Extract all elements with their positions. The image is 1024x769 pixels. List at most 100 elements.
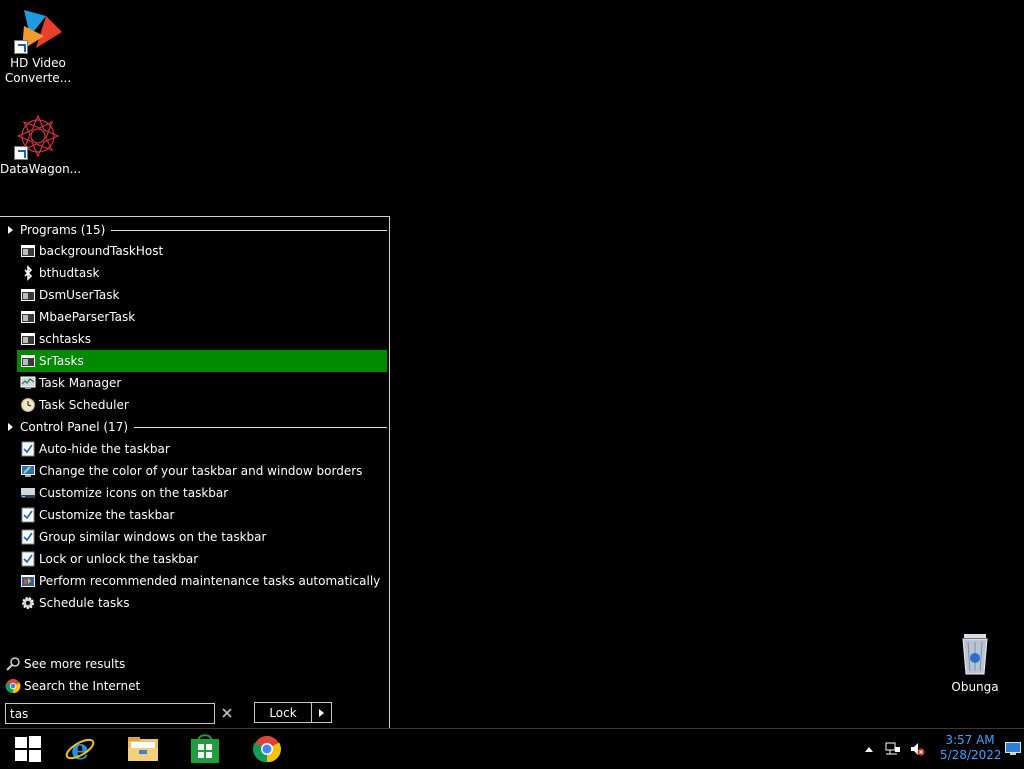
checklist-icon bbox=[20, 529, 36, 545]
taskbar: e 3:57 AM 5/28/2022 bbox=[0, 728, 1024, 768]
see-more-results-link[interactable]: See more results bbox=[5, 654, 125, 674]
start-menu: Programs (15) backgroundTaskHost bthudta… bbox=[0, 216, 390, 728]
control-panel-group-title: Control Panel (17) bbox=[20, 420, 129, 434]
result-label: Schedule tasks bbox=[39, 596, 130, 610]
network-icon bbox=[885, 742, 900, 755]
bluetooth-icon bbox=[20, 265, 36, 281]
svg-text:e: e bbox=[71, 733, 89, 765]
result-label: DsmUserTask bbox=[39, 288, 120, 302]
programs-group-header[interactable]: Programs (15) bbox=[0, 220, 390, 240]
result-label: Lock or unlock the taskbar bbox=[39, 552, 199, 566]
app-window-icon bbox=[20, 287, 36, 303]
gear-clock-icon bbox=[20, 595, 36, 611]
search-internet-link[interactable]: Search the Internet bbox=[5, 676, 140, 696]
program-result-task-scheduler[interactable]: Task Scheduler bbox=[17, 394, 387, 416]
program-result-task-manager[interactable]: Task Manager bbox=[17, 372, 387, 394]
result-label: schtasks bbox=[39, 332, 91, 346]
clock-icon bbox=[20, 397, 36, 413]
expand-arrow-icon bbox=[8, 423, 13, 431]
chrome-icon bbox=[253, 735, 281, 763]
search-input[interactable] bbox=[5, 703, 215, 724]
search-internet-label: Search the Internet bbox=[24, 679, 141, 693]
desktop-icon-datawagon[interactable]: DataWagon... bbox=[0, 112, 82, 177]
taskbar-icon bbox=[20, 485, 36, 501]
recycle-bin-icon bbox=[951, 630, 999, 678]
desktop-icon-recycle-bin[interactable]: Obunga bbox=[937, 630, 1013, 695]
show-hidden-icons-button[interactable] bbox=[861, 741, 877, 757]
control-panel-result-group-windows[interactable]: Group similar windows on the taskbar bbox=[17, 526, 387, 548]
result-label: Auto-hide the taskbar bbox=[39, 442, 170, 456]
program-result-bthudtask[interactable]: bthudtask bbox=[17, 262, 387, 284]
result-label: bthudtask bbox=[39, 266, 100, 280]
clock-date: 5/28/2022 bbox=[940, 748, 1002, 762]
file-explorer-icon bbox=[128, 737, 158, 761]
program-result-mbaeparsertask[interactable]: MbaeParserTask bbox=[17, 306, 387, 328]
control-panel-result-change-color[interactable]: Change the color of your taskbar and win… bbox=[17, 460, 387, 482]
chevron-right-icon bbox=[319, 708, 324, 717]
expand-arrow-icon bbox=[8, 226, 13, 234]
result-label: SrTasks bbox=[39, 354, 84, 368]
checklist-icon bbox=[20, 507, 36, 523]
result-label: Change the color of your taskbar and win… bbox=[39, 464, 363, 478]
app-window-icon bbox=[20, 309, 36, 325]
chrome-icon bbox=[5, 678, 21, 694]
action-center-icon bbox=[20, 573, 36, 589]
taskbar-file-explorer[interactable] bbox=[115, 729, 171, 769]
taskbar-chrome[interactable] bbox=[239, 729, 295, 769]
control-panel-result-schedule-tasks[interactable]: Schedule tasks bbox=[17, 592, 387, 614]
result-label: MbaeParserTask bbox=[39, 310, 136, 324]
show-desktop-button[interactable] bbox=[1005, 741, 1021, 757]
store-icon bbox=[191, 734, 219, 763]
result-label: Perform recommended maintenance tasks au… bbox=[39, 574, 381, 588]
app-window-icon bbox=[20, 331, 36, 347]
shortcut-arrow-icon bbox=[14, 146, 28, 160]
clear-search-icon[interactable] bbox=[220, 706, 234, 720]
program-result-backgroundtaskhost[interactable]: backgroundTaskHost bbox=[17, 240, 387, 262]
volume-muted-icon bbox=[911, 743, 925, 756]
program-result-dsmusertask[interactable]: DsmUserTask bbox=[17, 284, 387, 306]
search-icon bbox=[5, 656, 21, 672]
taskbar-clock[interactable]: 3:57 AM 5/28/2022 bbox=[940, 733, 1002, 763]
lock-button-label: Lock bbox=[269, 705, 297, 720]
windows-start-icon bbox=[15, 736, 41, 762]
network-tray[interactable] bbox=[885, 741, 901, 757]
desktop-icon-label: Obunga bbox=[951, 680, 999, 694]
internet-explorer-icon: e bbox=[65, 733, 95, 765]
control-panel-result-maintenance[interactable]: Perform recommended maintenance tasks au… bbox=[17, 570, 387, 592]
control-panel-result-lock-taskbar[interactable]: Lock or unlock the taskbar bbox=[17, 548, 387, 570]
app-window-icon bbox=[20, 353, 36, 369]
lock-button[interactable]: Lock bbox=[254, 702, 312, 723]
programs-group-title: Programs (15) bbox=[20, 223, 106, 237]
control-panel-result-customize-taskbar[interactable]: Customize the taskbar bbox=[17, 504, 387, 526]
shortcut-arrow-icon bbox=[14, 40, 28, 54]
hd-video-converter-icon bbox=[14, 6, 62, 54]
control-panel-result-customize-icons[interactable]: Customize icons on the taskbar bbox=[17, 482, 387, 504]
divider bbox=[134, 426, 387, 428]
datawagon-icon bbox=[14, 112, 62, 160]
power-options-button[interactable] bbox=[311, 702, 332, 723]
volume-tray[interactable] bbox=[909, 741, 925, 757]
task-manager-icon bbox=[20, 375, 36, 391]
app-window-icon bbox=[20, 243, 36, 259]
see-more-results-label: See more results bbox=[24, 657, 126, 671]
result-label: Customize the taskbar bbox=[39, 508, 175, 522]
result-label: Task Scheduler bbox=[39, 398, 129, 412]
desktop-icon-hd-video-converter[interactable]: HD Video Converte... bbox=[0, 6, 76, 86]
result-label: backgroundTaskHost bbox=[39, 244, 164, 258]
divider bbox=[111, 229, 387, 231]
program-result-schtasks[interactable]: schtasks bbox=[17, 328, 387, 350]
desktop-icon-label: HD Video Converte... bbox=[4, 56, 72, 85]
monitor-color-icon bbox=[20, 463, 36, 479]
taskbar-store[interactable] bbox=[177, 729, 233, 769]
taskbar-internet-explorer[interactable]: e bbox=[52, 729, 108, 769]
checklist-icon bbox=[20, 441, 36, 457]
start-button[interactable] bbox=[0, 729, 56, 769]
control-panel-result-auto-hide[interactable]: Auto-hide the taskbar bbox=[17, 438, 387, 460]
chevron-up-icon bbox=[865, 747, 873, 752]
result-label: Task Manager bbox=[39, 376, 122, 390]
clock-time: 3:57 AM bbox=[945, 733, 995, 747]
control-panel-group-header[interactable]: Control Panel (17) bbox=[0, 417, 390, 437]
checklist-icon bbox=[20, 551, 36, 567]
desktop-icon-label: DataWagon... bbox=[0, 162, 82, 176]
program-result-srtasks[interactable]: SrTasks bbox=[17, 350, 387, 372]
